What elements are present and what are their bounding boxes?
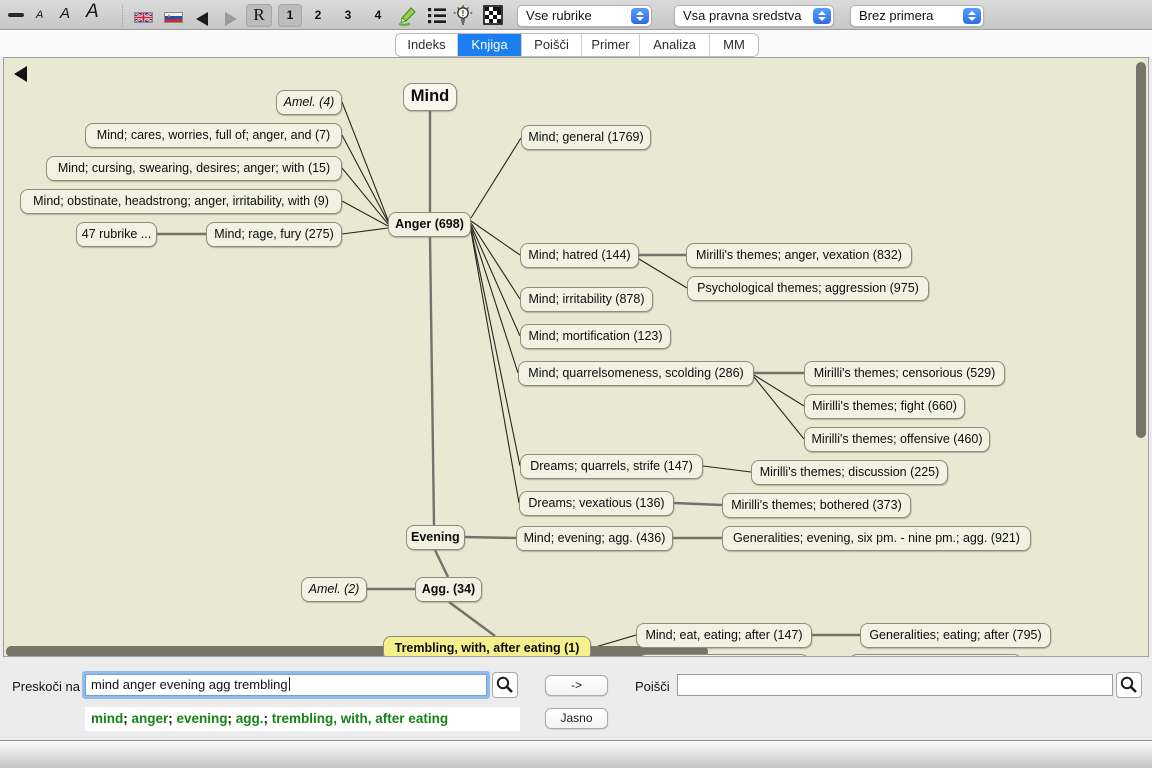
grade-3-button[interactable]: 3 xyxy=(336,4,360,27)
node-rage-fury[interactable]: Mind; rage, fury (275) xyxy=(206,222,342,247)
node-evening-agg[interactable]: Mind; evening; agg. (436) xyxy=(516,526,673,551)
horizontal-scrollbar[interactable] xyxy=(6,646,708,657)
node-eat-eating-after[interactable]: Mind; eat, eating; after (147) xyxy=(636,623,812,648)
tab-mm[interactable]: MM xyxy=(710,34,758,56)
font-size-small-button[interactable]: A xyxy=(36,9,43,21)
text-caret xyxy=(289,677,290,691)
vertical-scrollbar[interactable] xyxy=(1136,62,1146,438)
node-quarrelsomeness[interactable]: Mind; quarrelsomeness, scolding (286) xyxy=(518,361,754,386)
node-anger[interactable]: Anger (698) xyxy=(388,212,471,237)
node-rubrics-47[interactable]: 47 rubrike ... xyxy=(76,222,157,247)
node-amel-2[interactable]: Amel. (2) xyxy=(301,577,367,602)
jump-search-button[interactable] xyxy=(492,672,518,698)
grade-1-button[interactable]: 1 xyxy=(278,4,302,27)
tip-icon[interactable]: ! xyxy=(452,4,474,26)
node-evening[interactable]: Evening xyxy=(406,525,465,550)
node-cares-worries[interactable]: Mind; cares, worries, full of; anger, an… xyxy=(85,123,342,148)
node-offensive[interactable]: Mirilli's themes; offensive (460) xyxy=(804,427,990,452)
result-line: mind; anger; evening; agg.; trembling, w… xyxy=(85,707,520,731)
select-remedy-filter[interactable]: Vsa pravna sredstva xyxy=(674,5,834,27)
node-cursing[interactable]: Mind; cursing, swearing, desires; anger;… xyxy=(46,156,342,181)
flag-uk-icon[interactable] xyxy=(134,12,153,23)
node-mortification[interactable]: Mind; mortification (123) xyxy=(520,324,671,349)
select-remedy-filter-value: Vsa pravna sredstva xyxy=(683,6,802,26)
node-hatred[interactable]: Mind; hatred (144) xyxy=(520,243,639,268)
select-case-filter[interactable]: Brez primera xyxy=(850,5,984,27)
jump-to-input[interactable]: mind anger evening agg trembling xyxy=(85,674,487,696)
tab-bar: Indeks Knjiga Poišči Primer Analiza MM xyxy=(0,30,1152,57)
graph-back-icon[interactable] xyxy=(14,66,27,82)
select-rubric-filter[interactable]: Vse rubrike xyxy=(517,5,652,27)
node-mind[interactable]: Mind xyxy=(403,83,457,111)
find-search-button[interactable] xyxy=(1116,672,1142,698)
node-trembling-after-eating[interactable]: Trembling, with, after eating (1) xyxy=(383,636,591,657)
node-dreams-quarrels[interactable]: Dreams; quarrels, strife (147) xyxy=(520,454,703,479)
tab-poisci[interactable]: Poišči xyxy=(522,34,582,56)
font-size-medium-button[interactable]: A xyxy=(60,5,70,22)
minus-icon[interactable] xyxy=(8,13,24,17)
chevron-updown-icon xyxy=(631,8,649,24)
node-discussion[interactable]: Mirilli's themes; discussion (225) xyxy=(751,460,948,485)
bottom-bar: Preskoči na mind anger evening agg tremb… xyxy=(0,657,1152,740)
node-obstinate[interactable]: Mind; obstinate, headstrong; anger, irri… xyxy=(20,189,342,214)
node-amel-4[interactable]: Amel. (4) xyxy=(276,90,342,115)
node-agg-34[interactable]: Agg. (34) xyxy=(415,577,482,602)
select-case-filter-value: Brez primera xyxy=(859,6,933,26)
chevron-updown-icon xyxy=(963,8,981,24)
tab-indeks[interactable]: Indeks xyxy=(396,34,458,56)
repertory-view-button[interactable]: R xyxy=(246,4,272,27)
toolbar-divider xyxy=(122,5,123,26)
svg-text:!: ! xyxy=(462,9,465,18)
crossword-icon[interactable] xyxy=(482,4,504,26)
node-aggression[interactable]: Psychological themes; aggression (975) xyxy=(687,276,929,301)
select-rubric-filter-value: Vse rubrike xyxy=(526,6,592,26)
search-icon xyxy=(493,673,517,697)
node-dreams-vexatious[interactable]: Dreams; vexatious (136) xyxy=(519,491,674,516)
grade-4-button[interactable]: 4 xyxy=(366,4,390,27)
chevron-updown-icon xyxy=(813,8,831,24)
grade-2-button[interactable]: 2 xyxy=(306,4,330,27)
forward-icon[interactable] xyxy=(225,12,237,26)
back-icon[interactable] xyxy=(196,12,208,26)
footer-bar xyxy=(0,740,1152,768)
jump-to-input-value: mind anger evening agg trembling xyxy=(91,677,288,692)
find-label: Poišči xyxy=(635,679,670,694)
pencil-icon[interactable] xyxy=(396,4,418,26)
search-icon xyxy=(1117,673,1141,697)
node-irritability[interactable]: Mind; irritability (878) xyxy=(520,287,653,312)
tab-analiza[interactable]: Analiza xyxy=(640,34,710,56)
app-window: A A A R 1 2 3 4 xyxy=(0,0,1152,768)
node-generalities-evening[interactable]: Generalities; evening, six pm. - nine pm… xyxy=(722,526,1031,551)
tab-primer[interactable]: Primer xyxy=(582,34,640,56)
graph-canvas: Mind Amel. (4) Mind; cares, worries, full … xyxy=(3,57,1149,657)
toolbar: A A A R 1 2 3 4 xyxy=(0,0,1152,30)
node-anger-vexation[interactable]: Mirilli's themes; anger, vexation (832) xyxy=(686,243,912,268)
node-censorious[interactable]: Mirilli's themes; censorious (529) xyxy=(804,361,1005,386)
arrow-button[interactable]: -> xyxy=(545,675,608,696)
rubric-list-icon[interactable] xyxy=(426,4,448,26)
jump-to-label: Preskoči na xyxy=(8,679,80,694)
node-bothered[interactable]: Mirilli's themes; bothered (373) xyxy=(722,493,911,518)
font-size-large-button[interactable]: A xyxy=(86,1,99,23)
find-input[interactable] xyxy=(677,674,1113,696)
tab-knjiga[interactable]: Knjiga xyxy=(458,34,522,56)
node-generalities-eating[interactable]: Generalities; eating; after (795) xyxy=(860,623,1051,648)
node-general[interactable]: Mind; general (1769) xyxy=(521,125,651,150)
flag-slovenia-icon[interactable] xyxy=(164,12,183,23)
clear-button[interactable]: Jasno xyxy=(545,708,608,729)
node-fight[interactable]: Mirilli's themes; fight (660) xyxy=(804,394,965,419)
tab-group: Indeks Knjiga Poišči Primer Analiza MM xyxy=(395,33,759,57)
